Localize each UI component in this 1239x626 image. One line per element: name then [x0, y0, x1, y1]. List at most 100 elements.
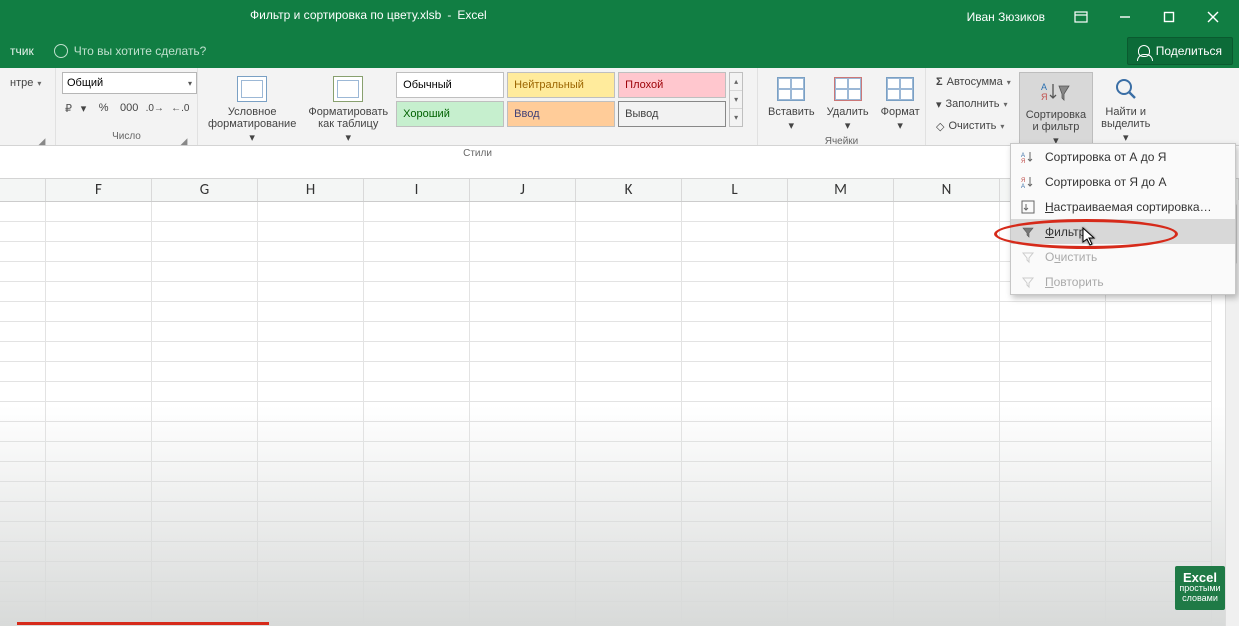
- cell[interactable]: [152, 602, 258, 622]
- cell[interactable]: [364, 282, 470, 302]
- cell[interactable]: [682, 542, 788, 562]
- cell[interactable]: [46, 382, 152, 402]
- cell[interactable]: [470, 382, 576, 402]
- cell[interactable]: [364, 262, 470, 282]
- cell[interactable]: [1000, 322, 1106, 342]
- cell[interactable]: [258, 202, 364, 222]
- cell[interactable]: [0, 542, 46, 562]
- cell[interactable]: [364, 442, 470, 462]
- style-neutral[interactable]: Нейтральный: [507, 72, 615, 98]
- user-name[interactable]: Иван Зюзиков: [967, 10, 1045, 24]
- cell[interactable]: [0, 222, 46, 242]
- cell[interactable]: [576, 222, 682, 242]
- cell[interactable]: [682, 402, 788, 422]
- cell[interactable]: [682, 242, 788, 262]
- insert-cells-button[interactable]: Вставить▾: [764, 72, 819, 134]
- cell[interactable]: [152, 302, 258, 322]
- cell[interactable]: [258, 562, 364, 582]
- cell-styles-gallery[interactable]: Обычный Нейтральный Плохой Хороший Ввод …: [396, 72, 726, 127]
- dialog-launcher-icon[interactable]: ◢: [37, 133, 47, 143]
- cell[interactable]: [258, 322, 364, 342]
- cell[interactable]: [46, 442, 152, 462]
- menu-custom-sort[interactable]: Настраиваемая сортировка…: [1011, 194, 1235, 219]
- cell[interactable]: [0, 282, 46, 302]
- cell[interactable]: [894, 402, 1000, 422]
- cell[interactable]: [1000, 562, 1106, 582]
- tab-developer-partial[interactable]: тчик: [0, 34, 44, 68]
- cell[interactable]: [258, 402, 364, 422]
- cell[interactable]: [788, 502, 894, 522]
- accounting-format-button[interactable]: ₽▾: [62, 97, 89, 119]
- cell[interactable]: [682, 202, 788, 222]
- cell[interactable]: [1106, 422, 1212, 442]
- cell[interactable]: [682, 442, 788, 462]
- cell[interactable]: [682, 502, 788, 522]
- cell[interactable]: [470, 522, 576, 542]
- cell[interactable]: [894, 482, 1000, 502]
- cell[interactable]: [258, 362, 364, 382]
- cell[interactable]: [894, 522, 1000, 542]
- cell[interactable]: [470, 622, 576, 626]
- cell[interactable]: [1000, 482, 1106, 502]
- grid-row[interactable]: [0, 542, 1239, 562]
- cell[interactable]: [258, 522, 364, 542]
- video-progress-bar[interactable]: [17, 622, 269, 625]
- cell[interactable]: [152, 442, 258, 462]
- cell[interactable]: [576, 202, 682, 222]
- cell[interactable]: [894, 422, 1000, 442]
- cell[interactable]: [0, 462, 46, 482]
- cell[interactable]: [258, 422, 364, 442]
- cell[interactable]: [470, 322, 576, 342]
- cell[interactable]: [258, 242, 364, 262]
- cell[interactable]: [46, 262, 152, 282]
- cell[interactable]: [470, 462, 576, 482]
- cell[interactable]: [682, 282, 788, 302]
- cell[interactable]: [152, 362, 258, 382]
- cell[interactable]: [46, 422, 152, 442]
- cell[interactable]: [894, 562, 1000, 582]
- cell[interactable]: [46, 542, 152, 562]
- cell[interactable]: [788, 222, 894, 242]
- col-header[interactable]: J: [470, 179, 576, 201]
- cell[interactable]: [46, 222, 152, 242]
- cell[interactable]: [0, 382, 46, 402]
- maximize-button[interactable]: [1147, 0, 1191, 34]
- cell[interactable]: [1000, 582, 1106, 602]
- increase-decimal-button[interactable]: .0→: [144, 97, 166, 119]
- cell[interactable]: [1106, 502, 1212, 522]
- cell[interactable]: [364, 222, 470, 242]
- cell[interactable]: [1106, 362, 1212, 382]
- cell[interactable]: [46, 562, 152, 582]
- cell[interactable]: [0, 322, 46, 342]
- cell[interactable]: [894, 602, 1000, 622]
- cell[interactable]: [364, 582, 470, 602]
- col-header[interactable]: K: [576, 179, 682, 201]
- menu-filter[interactable]: Фильтр: [1011, 219, 1235, 244]
- cell[interactable]: [576, 582, 682, 602]
- cell[interactable]: [788, 622, 894, 626]
- cell[interactable]: [470, 562, 576, 582]
- cell[interactable]: [1000, 402, 1106, 422]
- cell[interactable]: [258, 342, 364, 362]
- cell[interactable]: [258, 262, 364, 282]
- cell[interactable]: [470, 302, 576, 322]
- cell[interactable]: [576, 542, 682, 562]
- cell[interactable]: [46, 522, 152, 542]
- cell[interactable]: [894, 622, 1000, 626]
- grid-row[interactable]: [0, 602, 1239, 622]
- cell[interactable]: [152, 242, 258, 262]
- cell[interactable]: [576, 482, 682, 502]
- cell[interactable]: [682, 422, 788, 442]
- cell[interactable]: [576, 502, 682, 522]
- cell[interactable]: [364, 462, 470, 482]
- decrease-decimal-button[interactable]: ←.0: [170, 97, 192, 119]
- cell[interactable]: [258, 502, 364, 522]
- cell[interactable]: [364, 502, 470, 522]
- cell[interactable]: [470, 422, 576, 442]
- cell[interactable]: [894, 362, 1000, 382]
- cell[interactable]: [470, 482, 576, 502]
- grid-row[interactable]: [0, 322, 1239, 342]
- cell[interactable]: [470, 362, 576, 382]
- cell[interactable]: [0, 442, 46, 462]
- grid-row[interactable]: [0, 382, 1239, 402]
